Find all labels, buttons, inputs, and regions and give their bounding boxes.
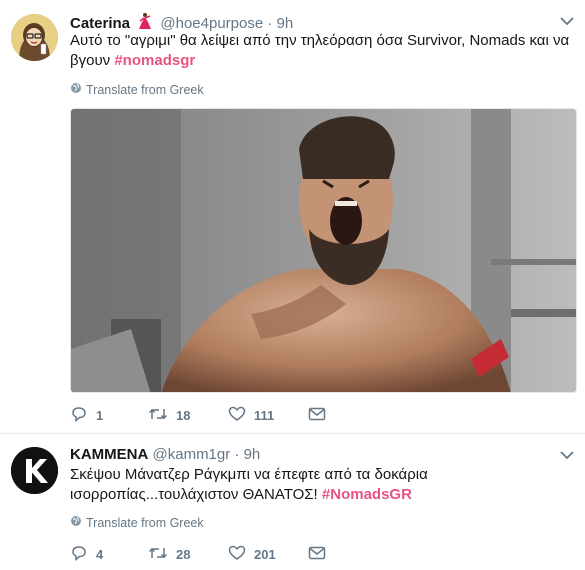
like-count: 111 xyxy=(254,408,275,423)
retweet-count: 28 xyxy=(176,547,191,562)
tweet-header: KAMMENA @kamm1gr · 9h xyxy=(70,446,260,463)
envelope-icon xyxy=(308,546,326,563)
reply-icon xyxy=(70,406,88,425)
tweet-timestamp[interactable]: 9h xyxy=(244,446,261,463)
like-button[interactable]: 111 xyxy=(228,406,308,425)
like-button[interactable]: 201 xyxy=(228,545,308,564)
retweet-button[interactable]: 28 xyxy=(148,545,228,564)
avatar[interactable] xyxy=(11,447,58,494)
tweet[interactable]: Caterina @hoe4purpose · 9h Αυτό το "αγρι… xyxy=(0,0,585,434)
author-name[interactable]: Caterina xyxy=(70,15,130,32)
translate-link[interactable]: Translate from Greek xyxy=(70,82,204,97)
globe-icon xyxy=(70,515,82,530)
separator-dot: · xyxy=(267,15,273,32)
avatar[interactable] xyxy=(11,14,58,61)
envelope-icon xyxy=(308,407,326,424)
message-button[interactable] xyxy=(308,407,326,424)
retweet-icon xyxy=(148,406,168,425)
author-handle[interactable]: @kamm1gr xyxy=(153,446,231,463)
chevron-down-icon[interactable] xyxy=(559,448,575,460)
reply-button[interactable]: 4 xyxy=(70,545,148,564)
separator-dot: · xyxy=(234,446,240,463)
tweet[interactable]: KAMMENA @kamm1gr · 9h Σκέψου Μάνατζερ Ρά… xyxy=(0,434,585,570)
tweet-actions: 4 28 201 xyxy=(70,545,326,564)
message-button[interactable] xyxy=(308,546,326,563)
heart-icon xyxy=(228,545,246,564)
translate-label: Translate from Greek xyxy=(86,515,204,530)
tweet-text: Σκέψου Μάνατζερ Ράγκμπι να έπεφτε από τα… xyxy=(70,465,570,505)
heart-icon xyxy=(228,406,246,425)
tweet-text: Αυτό το "αγριμι" θα λείψει από την τηλεό… xyxy=(70,31,570,71)
tweet-photo[interactable] xyxy=(70,108,577,393)
reply-button[interactable]: 1 xyxy=(70,406,148,425)
hashtag-link[interactable]: #NomadsGR xyxy=(322,486,412,503)
hashtag-link[interactable]: #nomadsgr xyxy=(114,52,195,69)
retweet-button[interactable]: 18 xyxy=(148,406,228,425)
retweet-icon xyxy=(148,545,168,564)
tweet-actions: 1 18 111 xyxy=(70,406,326,425)
author-handle[interactable]: @hoe4purpose xyxy=(160,15,263,32)
reply-count: 1 xyxy=(96,408,104,423)
translate-link[interactable]: Translate from Greek xyxy=(70,515,204,530)
retweet-count: 18 xyxy=(176,408,191,423)
author-name[interactable]: KAMMENA xyxy=(70,446,148,463)
tweet-timestamp[interactable]: 9h xyxy=(277,15,294,32)
like-count: 201 xyxy=(254,547,276,562)
globe-icon xyxy=(70,82,82,97)
reply-icon xyxy=(70,545,88,564)
reply-count: 4 xyxy=(96,547,104,562)
chevron-down-icon[interactable] xyxy=(559,14,575,26)
translate-label: Translate from Greek xyxy=(86,82,204,97)
